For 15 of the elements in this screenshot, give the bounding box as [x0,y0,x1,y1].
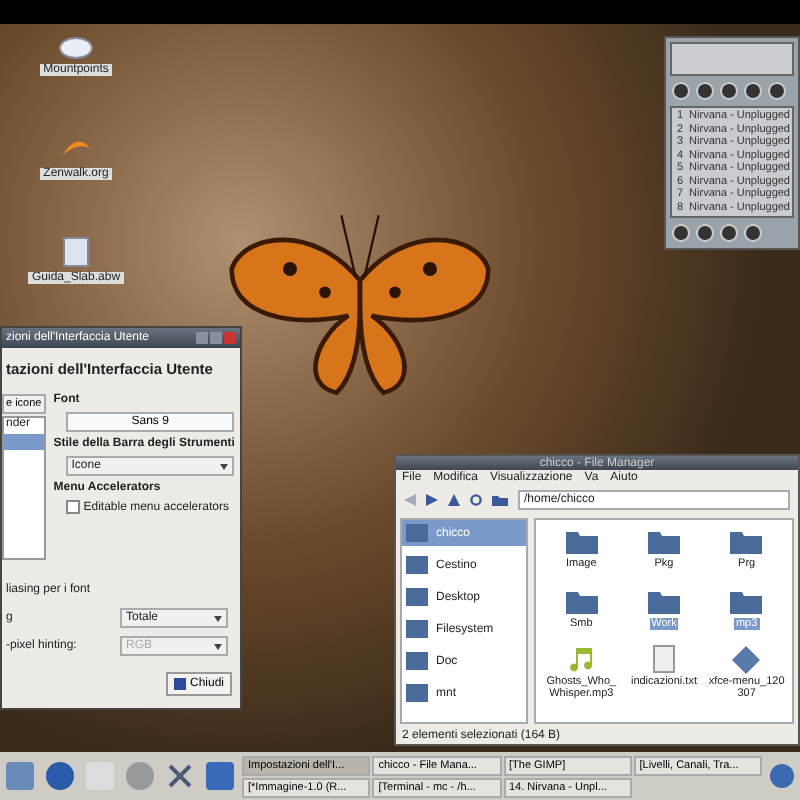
refresh-icon[interactable] [470,494,482,506]
caret-icon [214,616,222,622]
folder-icon[interactable] [563,526,600,556]
folder-icon[interactable] [645,526,682,556]
document-icon[interactable] [58,236,95,268]
forward-arrow-icon[interactable] [426,494,438,506]
checkbox[interactable] [65,500,80,514]
folder-icon[interactable] [728,526,765,556]
diamond-icon[interactable] [728,644,765,675]
caret-icon [220,464,229,470]
caret-icon [214,644,222,650]
tray-icon[interactable] [770,764,794,788]
player-display [670,42,794,76]
home-folder-icon[interactable] [492,494,508,506]
up-arrow-icon[interactable] [448,494,460,506]
